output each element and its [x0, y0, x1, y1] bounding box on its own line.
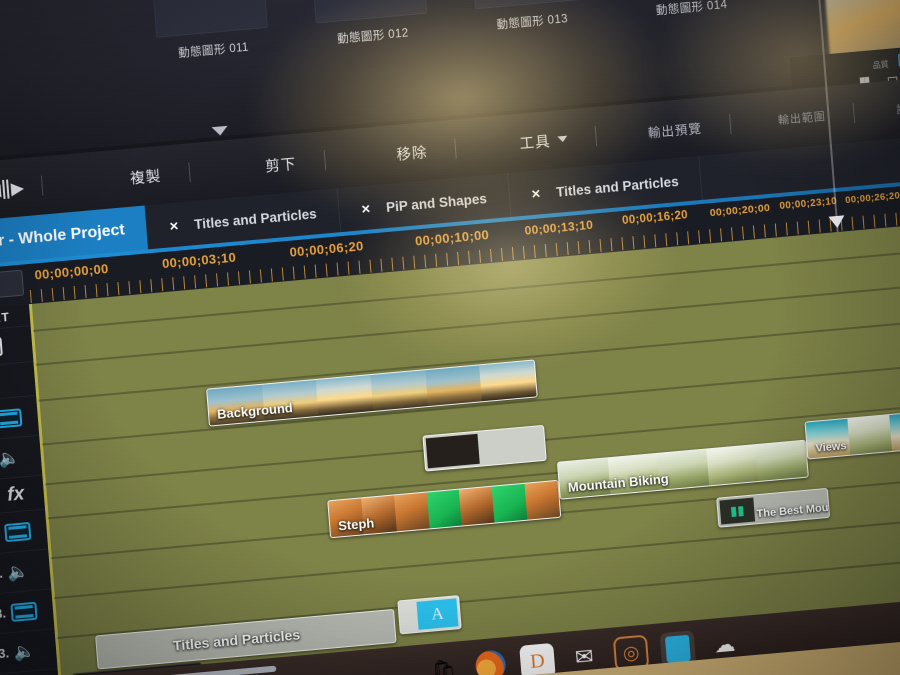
set-range-button[interactable]: 設定範圍	[885, 92, 900, 122]
toolbar-divider	[852, 103, 856, 124]
clip-untitled-pip[interactable]	[422, 424, 547, 472]
toolbar-divider	[323, 150, 326, 171]
video-track-2-header[interactable]: 2.	[0, 509, 51, 555]
toolbar-divider	[188, 162, 191, 183]
track-number: 2.	[0, 565, 4, 582]
tab-label: PiP and Shapes	[385, 190, 488, 215]
audio-track-1-header[interactable]: 1. 🔈	[0, 435, 45, 482]
chevron-down-icon[interactable]	[211, 125, 229, 137]
toolbar-divider	[41, 175, 44, 196]
render-preview-button[interactable]: 輸出預覽	[637, 112, 713, 145]
clip-label: The Best Mount	[756, 501, 831, 521]
track-divider	[35, 280, 900, 366]
motion-graphic-blank-icon	[310, 0, 428, 24]
ruler-timecode: 00;00;23;10	[779, 195, 838, 213]
ruler-timecode: 00;00;13;10	[524, 217, 594, 238]
library-item-3[interactable]: 動態圖形 014	[629, 0, 748, 20]
store-icon[interactable]: 🛍	[426, 651, 463, 675]
media-library-items: 動態圖形 011 動態圖形 012 動態圖形 013 動態圖形 014	[150, 0, 748, 63]
video-track-icon	[0, 407, 23, 429]
current-timecode-field[interactable]	[0, 269, 25, 301]
audio-track-icon: 🔈	[13, 640, 36, 662]
audio-track-icon: 🔈	[6, 560, 30, 582]
firefox-icon[interactable]	[472, 647, 509, 675]
clip-the-best-mountain[interactable]: ▮▮ The Best Mount	[716, 487, 831, 528]
library-item-label: 動態圖形 011	[177, 41, 250, 60]
library-item-label: 動態圖形 014	[655, 0, 728, 18]
preview-quality-label: 品質	[872, 59, 890, 71]
close-icon[interactable]: ×	[169, 217, 179, 235]
clip-views[interactable]: Views	[804, 410, 900, 460]
ruler-timecode: 00;00;20;00	[709, 201, 771, 220]
tab-label: Titles and Particles	[193, 205, 318, 232]
library-item-label: 動態圖形 012	[336, 27, 410, 46]
clip-title-template[interactable]: A	[397, 595, 462, 635]
audio-track-2-header[interactable]: 2. 🔈	[0, 549, 54, 595]
clip-mountain-biking[interactable]: Mountain Biking	[556, 439, 809, 500]
monitor-photo-scene: 動態圖形 011 動態圖形 012 動態圖形 013 動態圖形 014 品質 ▶…	[0, 0, 900, 675]
motion-graphic-blank-icon	[150, 0, 268, 38]
toolbar-divider	[728, 114, 731, 135]
audio-track-3-header[interactable]: 3. 🔈	[0, 629, 60, 675]
timeline-scrollbar[interactable]	[156, 665, 277, 675]
ruler-timecode: 00;00;16;20	[621, 209, 689, 228]
remove-button[interactable]: 移除	[385, 136, 438, 169]
dictionary-app-icon[interactable]: D	[519, 642, 556, 675]
audio-track-icon: 🔈	[0, 447, 21, 468]
track-number: 3.	[0, 605, 7, 622]
clip-label: Titles and Particles	[172, 626, 301, 654]
library-item-label: 動態圖形 013	[496, 13, 569, 32]
video-track-icon	[10, 601, 38, 622]
close-icon[interactable]: ×	[531, 185, 541, 203]
library-item-0[interactable]: 動態圖形 011	[150, 0, 270, 63]
ruler-timecode: 00;00;03;10	[161, 249, 237, 272]
clip-thumbnail: ▮▮	[719, 497, 756, 525]
ruler-timecode: 00;00;26;20	[844, 190, 900, 207]
master-monitor-icon	[0, 336, 3, 359]
toolbar-divider	[594, 126, 597, 147]
split-clip-icon[interactable]: ◀ ▶	[0, 178, 25, 200]
tab-label: Titles and Particles	[555, 173, 680, 200]
toolbar-divider	[454, 138, 457, 159]
ruler-timecode: 00;00;00;00	[34, 260, 110, 283]
title-text-icon: A	[416, 598, 459, 630]
video-track-3-header[interactable]: 3.	[0, 589, 57, 635]
title-icon-letter: A	[430, 603, 445, 624]
video-track-1-header[interactable]: 1.	[0, 395, 42, 442]
tools-menu-button[interactable]: 工具	[509, 123, 579, 158]
tab-label: ter - Whole Project	[0, 221, 126, 251]
effects-track-icon: fx	[6, 482, 26, 506]
motion-graphic-bars-pair-icon	[469, 0, 587, 10]
track-number: 3.	[0, 645, 10, 662]
ruler-timecode: 00;00;10;00	[414, 227, 490, 249]
clip-label: Steph	[337, 515, 375, 534]
chevron-down-icon[interactable]	[557, 135, 568, 143]
library-item-2[interactable]: 動態圖形 013	[469, 0, 588, 34]
svrt-label: SVRT	[0, 309, 11, 327]
clip-thumbnail	[425, 433, 480, 469]
duplicate-button[interactable]: 複製	[119, 160, 172, 193]
video-preview-window[interactable]	[818, 0, 900, 56]
library-item-1[interactable]: 動態圖形 012	[310, 0, 429, 48]
close-icon[interactable]: ×	[361, 200, 371, 218]
cut-button[interactable]: 剪下	[254, 148, 307, 181]
track-divider	[53, 513, 900, 600]
ruler-timecode: 00;00;06;20	[289, 238, 365, 260]
video-track-icon	[3, 521, 32, 542]
tools-menu-label: 工具	[519, 133, 552, 153]
monitor-screen: 動態圖形 011 動態圖形 012 動態圖形 013 動態圖形 014 品質 ▶…	[0, 0, 900, 675]
